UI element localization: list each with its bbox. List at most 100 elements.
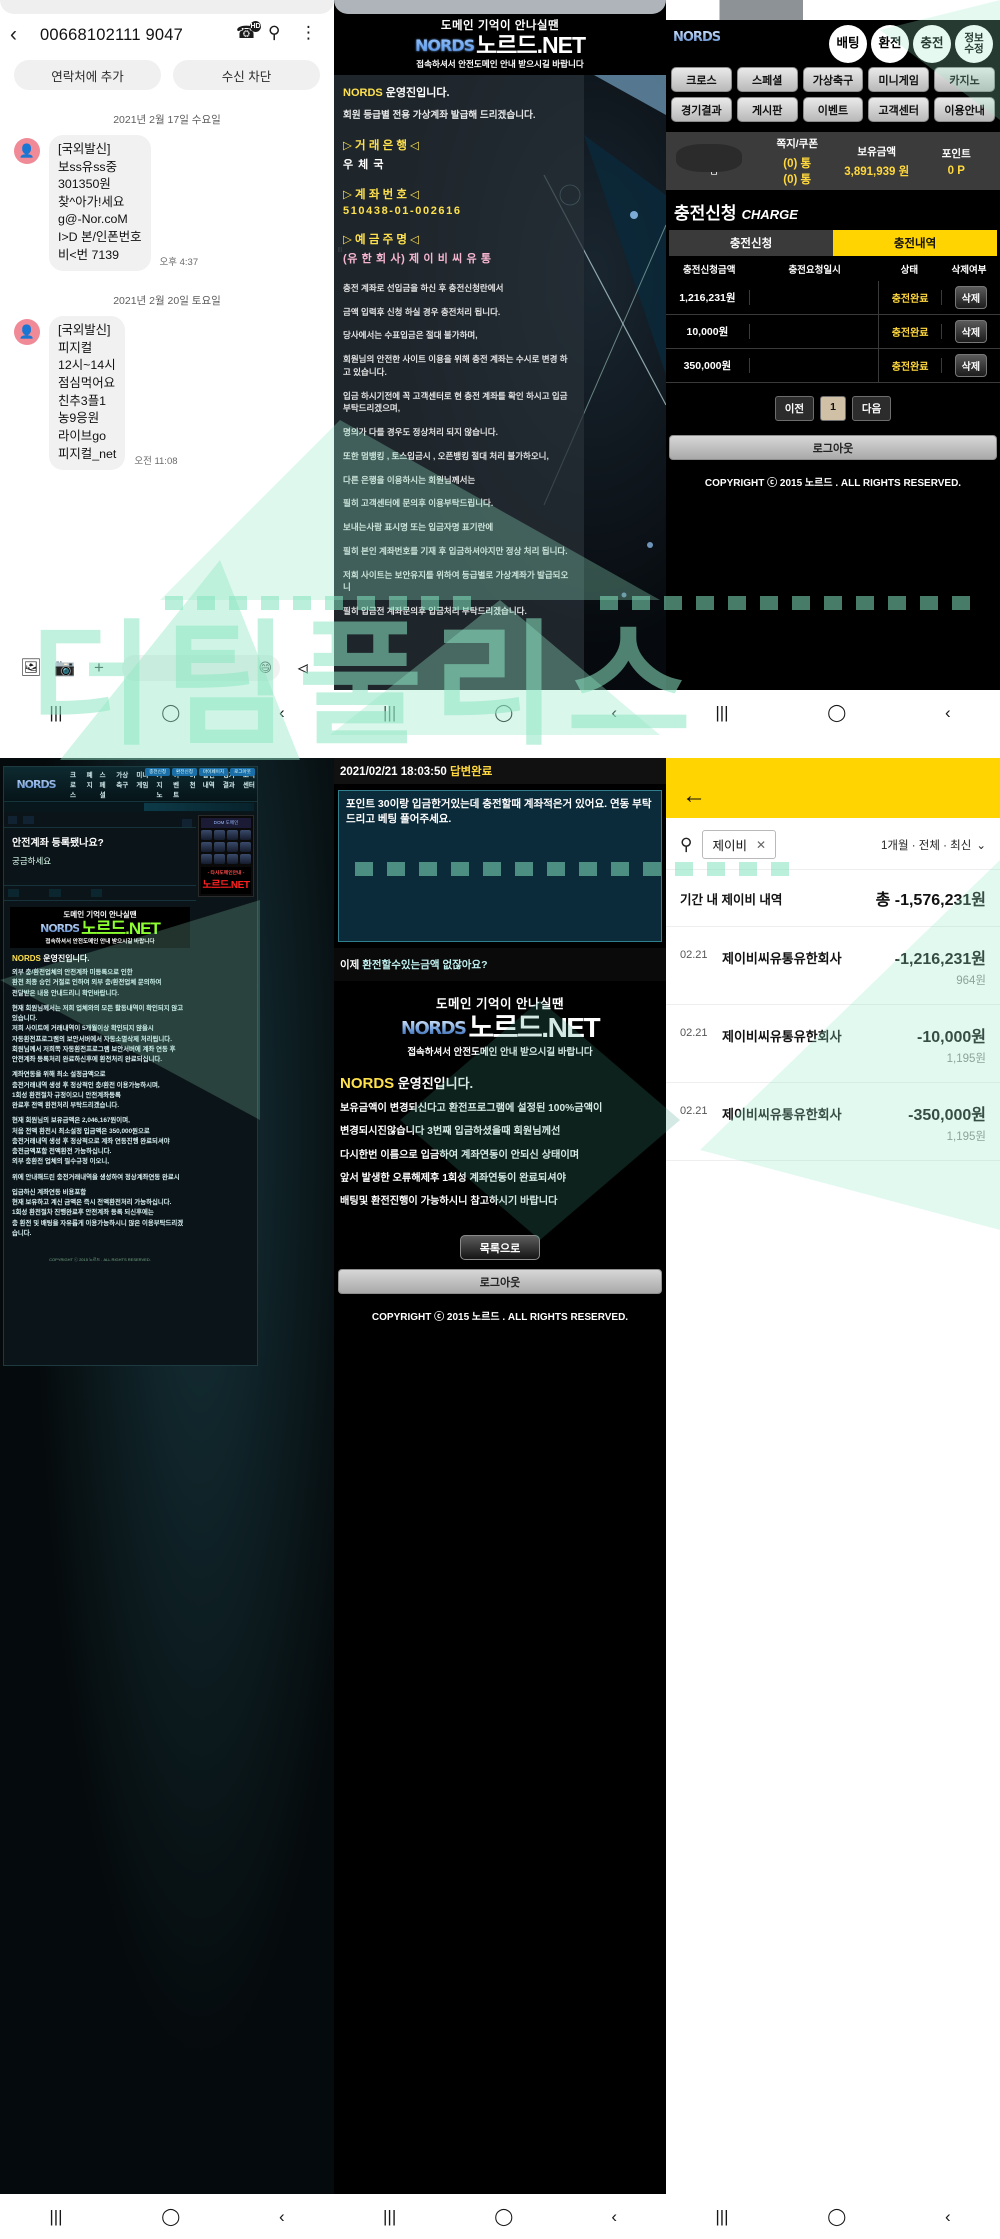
circle-charge-button[interactable]: 충전 — [913, 25, 951, 63]
partner-icon[interactable] — [201, 842, 212, 852]
back-button[interactable]: ‹ — [611, 2207, 617, 2227]
search-icon[interactable]: ⚲ — [268, 23, 292, 47]
transaction-row[interactable]: 02.21 제이비씨유통유한회사 -10,000원 1,195원 — [666, 1005, 1000, 1083]
home-button[interactable]: ◯ — [494, 2207, 513, 2227]
chevron-down-icon: ⌄ — [976, 839, 986, 852]
nav-item-cross[interactable]: 크로스 — [70, 769, 81, 799]
partner-icon[interactable] — [227, 854, 238, 864]
menu-board-button[interactable]: 게시판 — [736, 97, 798, 122]
transaction-row[interactable]: 02.21 제이비씨유통유한회사 -350,000원 1,195원 — [666, 1083, 1000, 1161]
home-button[interactable]: ◯ — [161, 703, 180, 723]
partner-icon[interactable] — [214, 842, 225, 852]
sticker-icon[interactable]: 😄 — [258, 660, 272, 676]
sms-bubble[interactable]: [국외발신] 피지컬 12시~14시 점심먹어요 친추3플1 농9응원 라이브g… — [49, 316, 126, 471]
page-number-1[interactable]: 1 — [820, 396, 846, 421]
partner-icon[interactable] — [201, 854, 212, 864]
notice-paragraph: 다른 은행을 이용하시는 회원님께서는 — [343, 474, 476, 485]
partner-icon[interactable] — [227, 842, 238, 852]
menu-results-button[interactable]: 경기결과 — [671, 97, 732, 122]
partner-icon[interactable] — [240, 830, 251, 840]
back-button[interactable]: ‹ — [945, 2207, 951, 2227]
answer-line: 앞서 발생한 오류해제후 1회성 계좌연동이 완료되셔야 — [340, 1172, 567, 1184]
recents-button[interactable]: ||| — [715, 703, 728, 723]
nav-item-special[interactable]: 스페셜 — [100, 769, 111, 799]
delete-button[interactable]: 삭제 — [954, 286, 988, 309]
home-button[interactable]: ◯ — [827, 2207, 846, 2227]
back-button[interactable]: ‹ — [945, 703, 951, 723]
menu-guide-button[interactable]: 이용안내 — [934, 97, 995, 122]
menu-casino-button[interactable]: 카지노 — [934, 67, 995, 92]
home-button[interactable]: ◯ — [494, 703, 513, 723]
menu-support-button[interactable]: 고객센터 — [868, 97, 930, 122]
recents-button[interactable]: ||| — [49, 2207, 62, 2227]
back-arrow-icon[interactable]: ← — [682, 782, 706, 810]
circle-betting-button[interactable]: 배팅 — [829, 25, 867, 63]
filter-selector[interactable]: 1개월 · 전체 · 최신 ⌄ — [881, 837, 986, 853]
close-icon[interactable]: ✕ — [756, 838, 766, 852]
recents-button[interactable]: ||| — [383, 2207, 396, 2227]
sidebar-ad[interactable]: - 타사도메인안내 - 노르드.NET — [201, 867, 251, 894]
brand-name: NORDS — [12, 954, 41, 963]
back-button[interactable]: ‹ — [279, 703, 285, 723]
voice-icon[interactable]: ⏿ — [286, 658, 320, 678]
back-button[interactable]: ‹ — [611, 703, 617, 723]
nords-banner[interactable]: 도메인 기억이 안나실땐 NORDS 노르드.NET 접속하셔서 안전도메인 안… — [10, 907, 190, 948]
tab-charge-history[interactable]: 충전내역 — [833, 230, 997, 256]
recents-button[interactable]: ||| — [49, 703, 62, 723]
menu-special-button[interactable]: 스페셜 — [736, 67, 798, 92]
account-number[interactable]: 510438-01-002616 — [343, 205, 575, 217]
message-input[interactable]: 😄 — [122, 655, 280, 681]
menu-minigame-button[interactable]: 미니게임 — [868, 67, 930, 92]
bank-transactions-panel: ← ⚲ 제이비 ✕ 1개월 · 전체 · 최신 ⌄ 기간 내 제이비 내역 총 … — [666, 758, 1000, 2239]
nav-item-virtual-soccer[interactable]: 가상축구 — [116, 769, 130, 799]
search-icon[interactable]: ⚲ — [680, 835, 692, 855]
points-value: 0 P — [947, 164, 965, 177]
partner-icon[interactable] — [240, 842, 251, 852]
block-sender-button[interactable]: 수신 차단 — [173, 60, 320, 90]
page-next-button[interactable]: 다음 — [851, 396, 892, 421]
back-to-list-button[interactable]: 목록으로 — [460, 1235, 540, 1261]
logout-button[interactable]: 로그아웃 — [338, 1269, 662, 1295]
partner-icon[interactable] — [240, 854, 251, 864]
menu-cross-button[interactable]: 크로스 — [671, 67, 732, 92]
partner-icon[interactable] — [214, 854, 225, 864]
partner-icon[interactable] — [214, 830, 225, 840]
camera-icon[interactable]: 📷 — [48, 658, 82, 678]
more-vertical-icon[interactable]: ⋮ — [300, 23, 324, 47]
back-button[interactable]: ‹ — [279, 2207, 285, 2227]
home-button[interactable]: ◯ — [827, 703, 846, 723]
transaction-balance: 1,195원 — [946, 1053, 986, 1065]
charge-request-button[interactable]: 충전신청 — [145, 768, 171, 776]
search-chip[interactable]: 제이비 ✕ — [702, 830, 777, 859]
add-contact-button[interactable]: 연락처에 추가 — [14, 60, 161, 90]
sms-bubble[interactable]: [국외발신] 보ss유ss중 301350원 찾^아가!세요 g@-Nor.co… — [49, 135, 151, 272]
back-icon[interactable]: ‹ — [10, 23, 32, 47]
partner-icon[interactable] — [227, 830, 238, 840]
recents-button[interactable]: ||| — [383, 703, 396, 723]
partner-icon[interactable] — [201, 830, 212, 840]
plus-icon[interactable]: + — [82, 658, 116, 678]
meta-date — [181, 818, 192, 827]
home-button[interactable]: ◯ — [161, 2207, 180, 2227]
logout-button[interactable]: 로그아웃 — [669, 435, 997, 460]
delete-button[interactable]: 삭제 — [954, 320, 988, 343]
call-hd-icon[interactable]: ☎ HD — [236, 21, 261, 47]
menu-virtual-soccer-button[interactable]: 가상축구 — [802, 67, 864, 92]
logout-button[interactable]: 로그아웃 — [230, 768, 255, 776]
transaction-row[interactable]: 02.21 제이비씨유통유한회사 -1,216,231원 964원 — [666, 927, 1000, 1005]
circle-edit-info-button[interactable]: 정보 수정 — [955, 25, 993, 63]
table-row: 1,216,231원 충전완료 삭제 — [666, 281, 1000, 315]
circle-exchange-button[interactable]: 환전 — [871, 25, 909, 63]
nav-item-2[interactable]: 폐지 — [87, 769, 94, 799]
copyright: COPYRIGHT ⓒ 2015 노르드 . ALL RIGHTS RESERV… — [704, 478, 962, 489]
nords-banner[interactable]: 도메인 기억이 안나실땐 NORDS 노르드.NET 접속하셔서 안전도메인 안… — [340, 989, 660, 1064]
nords-banner[interactable]: 도메인 기억이 안나실땐 NORDS 노르드.NET 접속하셔서 안전도메인 안… — [334, 14, 666, 75]
mypage-button[interactable]: 마이페이지 — [198, 768, 229, 776]
page-prev-button[interactable]: 이전 — [774, 396, 815, 421]
exchange-request-button[interactable]: 환전신청 — [172, 768, 197, 776]
recents-button[interactable]: ||| — [715, 2207, 728, 2227]
tab-charge-request[interactable]: 충전신청 — [669, 230, 833, 256]
menu-event-button[interactable]: 이벤트 — [802, 97, 864, 122]
image-icon[interactable]: 🖼 — [14, 658, 48, 678]
delete-button[interactable]: 삭제 — [954, 354, 988, 377]
